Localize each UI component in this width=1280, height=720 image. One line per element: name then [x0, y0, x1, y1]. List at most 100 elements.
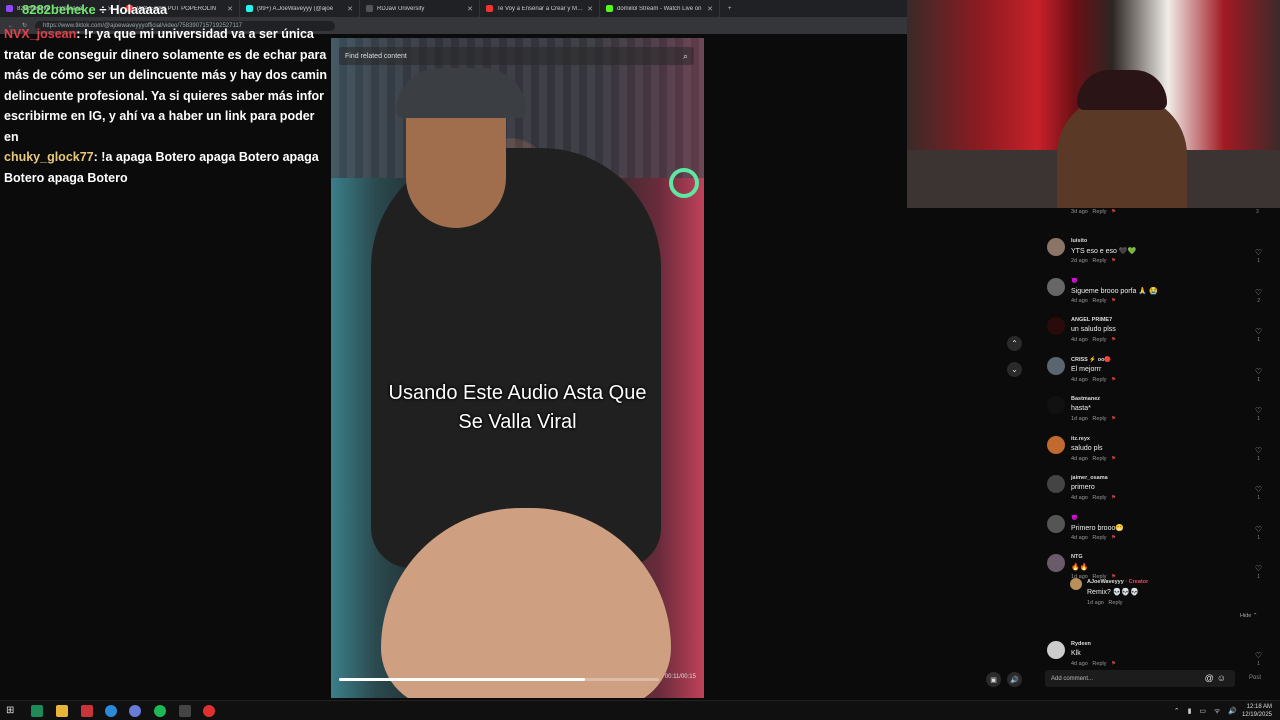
file-explorer-icon[interactable]	[56, 705, 68, 717]
avatar[interactable]	[1047, 278, 1065, 296]
reaction-icon[interactable]: ⚑	[1111, 661, 1116, 667]
previous-video-button[interactable]: ⌃	[1007, 336, 1022, 351]
comment-username[interactable]: CRISS ⚡ oo🔴	[1071, 357, 1111, 363]
heart-icon[interactable]: ♡	[1255, 525, 1262, 534]
avatar[interactable]	[1047, 317, 1065, 335]
reaction-icon[interactable]: ⚑	[1111, 209, 1116, 215]
chevron-up-icon: ⌃	[1011, 339, 1018, 348]
comment-text: Sigueme brooo porfa 🙏 😭	[1071, 288, 1158, 295]
windows-start-icon[interactable]: ⊞	[6, 705, 18, 717]
comment-username[interactable]: Rydeen	[1071, 641, 1091, 647]
heart-icon[interactable]: ♡	[1255, 248, 1262, 257]
mention-icon[interactable]: @	[1205, 673, 1217, 683]
stream-chat-overlay: 8282beheke ÷ Holaaaaa NVX_josean: !r ya …	[0, 0, 335, 188]
heart-icon[interactable]: ♡	[1255, 288, 1262, 297]
search-placeholder: Find related content	[345, 52, 407, 60]
comment-username[interactable]: ANGEL PRIME7	[1071, 317, 1112, 323]
heart-icon[interactable]: ♡	[1255, 485, 1262, 494]
heart-icon[interactable]: ♡	[1255, 651, 1262, 660]
avatar[interactable]	[1047, 554, 1065, 572]
comment-username[interactable]: luisito	[1071, 238, 1087, 244]
comment-username[interactable]: Bastmanez	[1071, 396, 1100, 402]
discord-icon[interactable]	[129, 705, 141, 717]
reply-link[interactable]: Reply	[1108, 600, 1122, 606]
avatar[interactable]	[1047, 396, 1065, 414]
pip-button[interactable]: ▣	[986, 672, 1001, 687]
hide-replies-button[interactable]: Hide ⌃	[1240, 613, 1257, 619]
comment-input-icons: @☺	[1205, 673, 1229, 683]
reply-date: 1d ago	[1087, 600, 1104, 606]
comment-username[interactable]: itz.reyx	[1071, 436, 1090, 442]
obs-icon[interactable]	[203, 705, 215, 717]
post-button[interactable]: Post	[1249, 675, 1261, 681]
avatar[interactable]	[1047, 357, 1065, 375]
system-tray[interactable]: ⌃ ▮ ▭ ᯤ 🔊	[1174, 707, 1240, 716]
heart-icon[interactable]: ♡	[1255, 446, 1262, 455]
avatar[interactable]	[1047, 475, 1065, 493]
video-player[interactable]: Find related content ⌕ Usando Este Audio…	[331, 38, 704, 698]
related-search-input[interactable]: Find related content ⌕	[339, 47, 694, 65]
app-icon-3[interactable]	[81, 705, 93, 717]
browser-tab[interactable]: Te Voy a Enseñar a Crear y Monet ✕	[480, 0, 600, 17]
new-tab-button[interactable]: +	[720, 6, 740, 12]
avatar[interactable]	[1047, 641, 1065, 659]
clock[interactable]: 12:18 AM 12/19/2025	[1242, 703, 1272, 719]
comment-text: hasta*	[1071, 405, 1091, 412]
spotify-icon[interactable]	[154, 705, 166, 717]
heart-icon[interactable]: ♡	[1255, 327, 1262, 336]
chat-username[interactable]: NVX_josean	[4, 27, 76, 41]
reply-username[interactable]: AJoeWaveyyy	[1087, 579, 1124, 585]
comment-text: Primero brooo😁	[1071, 525, 1125, 532]
emoji-icon[interactable]: ☺	[1217, 673, 1229, 683]
close-icon[interactable]: ✕	[707, 5, 713, 13]
tab-title: RDJavi University	[377, 5, 425, 12]
edge-icon[interactable]	[105, 705, 117, 717]
comment-item: CRISS ⚡ oo🔴 El mejorrr 4d ago Reply ⚑ ♡ …	[1040, 337, 1270, 383]
comment-item: NTG 🔥🔥 1d ago Reply ⚑ ♡ 1	[1040, 534, 1270, 580]
comment-text: primero	[1071, 484, 1095, 491]
chat-username[interactable]: chuky_glock77	[4, 150, 94, 164]
app-icon-7[interactable]	[179, 705, 191, 717]
screen: 8282beheke ÷ Holaaaaa ✕ WAVEYYY PUT POPERO…	[0, 0, 1280, 720]
avatar[interactable]	[1070, 578, 1082, 590]
browser-tab[interactable]: domiilol Stream - Watch Live on ✕	[600, 0, 720, 17]
add-comment-input[interactable]: Add comment... @☺	[1045, 670, 1235, 687]
reply-link[interactable]: Reply	[1092, 661, 1106, 667]
video-progress-bar[interactable]	[339, 678, 659, 681]
video-progress-fill	[339, 678, 586, 681]
webcam-streamer	[1057, 95, 1187, 208]
comment-item: luisito YTS eso e eso 🖤💚 2d ago Reply ⚑ …	[1040, 218, 1270, 264]
add-comment-placeholder: Add comment...	[1051, 675, 1094, 682]
app-icon-1[interactable]	[31, 705, 43, 717]
tab-favicon-icon	[486, 5, 493, 12]
comment-date: 3d ago	[1071, 209, 1088, 215]
creator-badge: · Creator	[1125, 579, 1149, 585]
comment-item: Bastmanez hasta* 1d ago Reply ⚑ ♡ 1	[1040, 376, 1270, 422]
heart-icon[interactable]: ♡	[1255, 367, 1262, 376]
next-video-button[interactable]: ⌄	[1007, 362, 1022, 377]
search-icon[interactable]: ⌕	[683, 51, 688, 62]
comment-username[interactable]: jaimer_osama	[1071, 475, 1108, 481]
speaker-icon: 🔊	[1010, 676, 1019, 684]
comment-item: 😈 Primero brooo😁 4d ago Reply ⚑ ♡ 1	[1040, 495, 1270, 541]
video-subject-cap	[396, 68, 526, 118]
close-icon[interactable]: ✕	[347, 5, 353, 13]
comment-username[interactable]: NTG	[1071, 554, 1083, 560]
close-icon[interactable]: ✕	[467, 5, 473, 13]
browser-tab[interactable]: RDJavi University ✕	[360, 0, 480, 17]
comment-username[interactable]: 😈	[1071, 515, 1078, 521]
comment-text: Klk	[1071, 650, 1081, 657]
avatar[interactable]	[1047, 238, 1065, 256]
comment-item: itz.reyx saludo pls 4d ago Reply ⚑ ♡ 1	[1040, 416, 1270, 462]
avatar[interactable]	[1047, 515, 1065, 533]
volume-button[interactable]: 🔊	[1007, 672, 1022, 687]
heart-icon[interactable]: ♡	[1255, 406, 1262, 415]
avatar[interactable]	[1047, 436, 1065, 454]
comment-username[interactable]: 😈	[1071, 278, 1078, 284]
chevron-down-icon: ⌄	[1011, 365, 1018, 374]
chat-top-user: 8282beheke	[22, 2, 96, 17]
heart-icon[interactable]: ♡	[1255, 564, 1262, 573]
clock-time: 12:18 AM	[1246, 704, 1272, 710]
reply-link[interactable]: Reply	[1092, 209, 1106, 215]
close-icon[interactable]: ✕	[587, 5, 593, 13]
